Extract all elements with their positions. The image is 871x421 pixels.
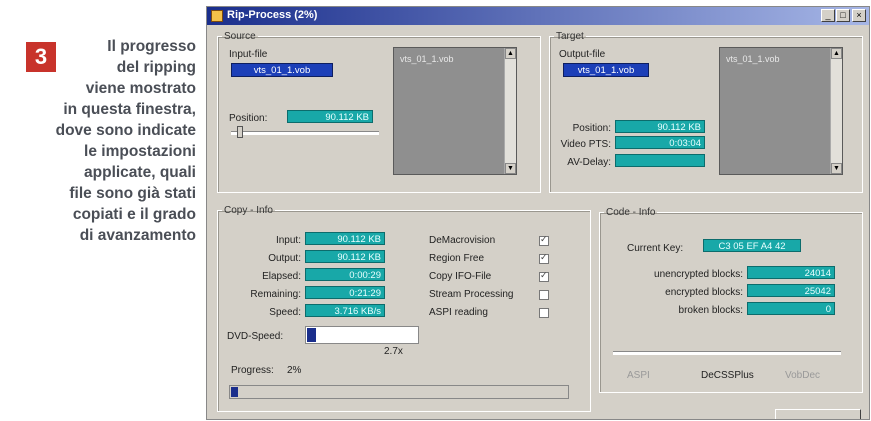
caption-line: Il progresso [107, 38, 196, 55]
copy-output-value: 90.112 KB [305, 250, 385, 263]
copy-output-label: Output: [268, 253, 301, 264]
copy-info-legend: Copy - Info [224, 205, 273, 216]
source-file-list[interactable]: vts_01_1.vob ▲ ▼ [393, 47, 517, 175]
region-free-label: Region Free [429, 253, 485, 264]
av-delay-value [615, 154, 705, 167]
list-item[interactable]: vts_01_1.vob [400, 54, 454, 64]
video-pts-value: 0:03:04 [615, 136, 705, 149]
scrollbar[interactable]: ▲ ▼ [830, 48, 842, 174]
caption-line: del ripping [116, 59, 196, 76]
video-pts-label: Video PTS: [560, 139, 611, 150]
source-position-label: Position: [229, 113, 268, 124]
encrypted-blocks-label: encrypted blocks: [665, 287, 743, 298]
code-info-group: Code - Info [599, 207, 863, 393]
dvd-speed-label: DVD-Speed: [227, 331, 284, 342]
scroll-down-icon[interactable]: ▼ [831, 163, 842, 174]
minimize-button[interactable]: _ [821, 9, 835, 22]
source-position-value: 90.112 KB [287, 110, 373, 123]
unencrypted-blocks-value: 24014 [747, 266, 835, 279]
target-legend: Target [556, 31, 584, 42]
window-title: Rip-Process (2%) [227, 9, 318, 21]
close-button[interactable]: × [852, 9, 866, 22]
aspi-reading-label: ASPI reading [429, 307, 488, 318]
scroll-up-icon[interactable]: ▲ [505, 48, 516, 59]
progress-bar [229, 385, 569, 399]
source-legend: Source [224, 31, 256, 42]
caption-line: di avanzamento [79, 227, 196, 244]
input-file-label: Input-file [229, 49, 268, 60]
progress-label: Progress: [231, 365, 274, 376]
caption-number: 3 [26, 42, 56, 72]
scroll-up-icon[interactable]: ▲ [831, 48, 842, 59]
remaining-label: Remaining: [250, 289, 301, 300]
rip-process-window: Rip-Process (2%) _ □ × Source Input-file… [206, 6, 870, 420]
aspi-method-label: ASPI [627, 370, 650, 381]
aspi-reading-checkbox[interactable] [539, 308, 549, 318]
caption-line: applicate, quali [84, 164, 196, 181]
code-info-legend: Code - Info [606, 207, 656, 218]
copy-ifo-checkbox[interactable] [539, 270, 549, 282]
list-item[interactable]: vts_01_1.vob [726, 54, 780, 64]
caption-line: copiati e il grado [72, 206, 196, 223]
target-file-list[interactable]: vts_01_1.vob ▲ ▼ [719, 47, 843, 175]
speed-value: 3.716 KB/s [305, 304, 385, 317]
position-slider-thumb[interactable] [237, 126, 243, 138]
unencrypted-blocks-label: unencrypted blocks: [654, 269, 743, 280]
code-divider [613, 351, 841, 355]
region-free-checkbox[interactable] [539, 252, 549, 264]
title-bar[interactable]: Rip-Process (2%) _ □ × [207, 7, 869, 25]
input-file-field[interactable]: vts_01_1.vob [231, 63, 333, 77]
av-delay-label: AV-Delay: [567, 157, 611, 168]
maximize-button[interactable]: □ [836, 9, 850, 22]
broken-blocks-value: 0 [747, 302, 835, 315]
target-position-value: 90.112 KB [615, 120, 705, 133]
target-position-label: Position: [572, 123, 611, 134]
caption-line: in questa finestra, [63, 101, 196, 118]
position-slider-track[interactable] [231, 131, 379, 135]
elapsed-value: 0:00:29 [305, 268, 385, 281]
copy-ifo-label: Copy IFO-File [429, 271, 492, 282]
caption-line: dove sono indicate [55, 122, 196, 139]
elapsed-label: Elapsed: [262, 271, 301, 282]
decssplus-method-label: DeCSSPlus [701, 370, 754, 381]
demacrovision-label: DeMacrovision [429, 235, 496, 246]
broken-blocks-label: broken blocks: [678, 305, 743, 316]
progress-value: 2% [287, 365, 302, 376]
scrollbar[interactable]: ▲ ▼ [504, 48, 516, 174]
output-file-field[interactable]: vts_01_1.vob [563, 63, 649, 77]
caption-line: le impostazioni [84, 143, 196, 160]
app-icon [211, 10, 223, 22]
dvd-speed-fill [307, 328, 316, 342]
dvd-speed-value: 2.7x [384, 346, 403, 357]
scroll-down-icon[interactable]: ▼ [505, 163, 516, 174]
stream-processing-label: Stream Processing [429, 289, 514, 300]
encrypted-blocks-value: 25042 [747, 284, 835, 297]
copy-input-label: Input: [275, 235, 301, 246]
current-key-value: C3 05 EF A4 42 [703, 239, 801, 252]
stream-processing-checkbox[interactable] [539, 290, 549, 300]
caption-line: file sono già stati [69, 185, 196, 202]
vobdec-method-label: VobDec [785, 370, 821, 381]
abort-button[interactable] [775, 409, 861, 419]
caption-line: viene mostrato [85, 80, 196, 97]
current-key-label: Current Key: [627, 243, 684, 254]
dvd-speed-bar [305, 326, 419, 344]
speed-label: Speed: [269, 307, 301, 318]
remaining-value: 0:21:29 [305, 286, 385, 299]
demacrovision-checkbox[interactable] [539, 234, 549, 246]
copy-input-value: 90.112 KB [305, 232, 385, 245]
output-file-label: Output-file [559, 49, 606, 60]
progress-fill [231, 387, 238, 397]
